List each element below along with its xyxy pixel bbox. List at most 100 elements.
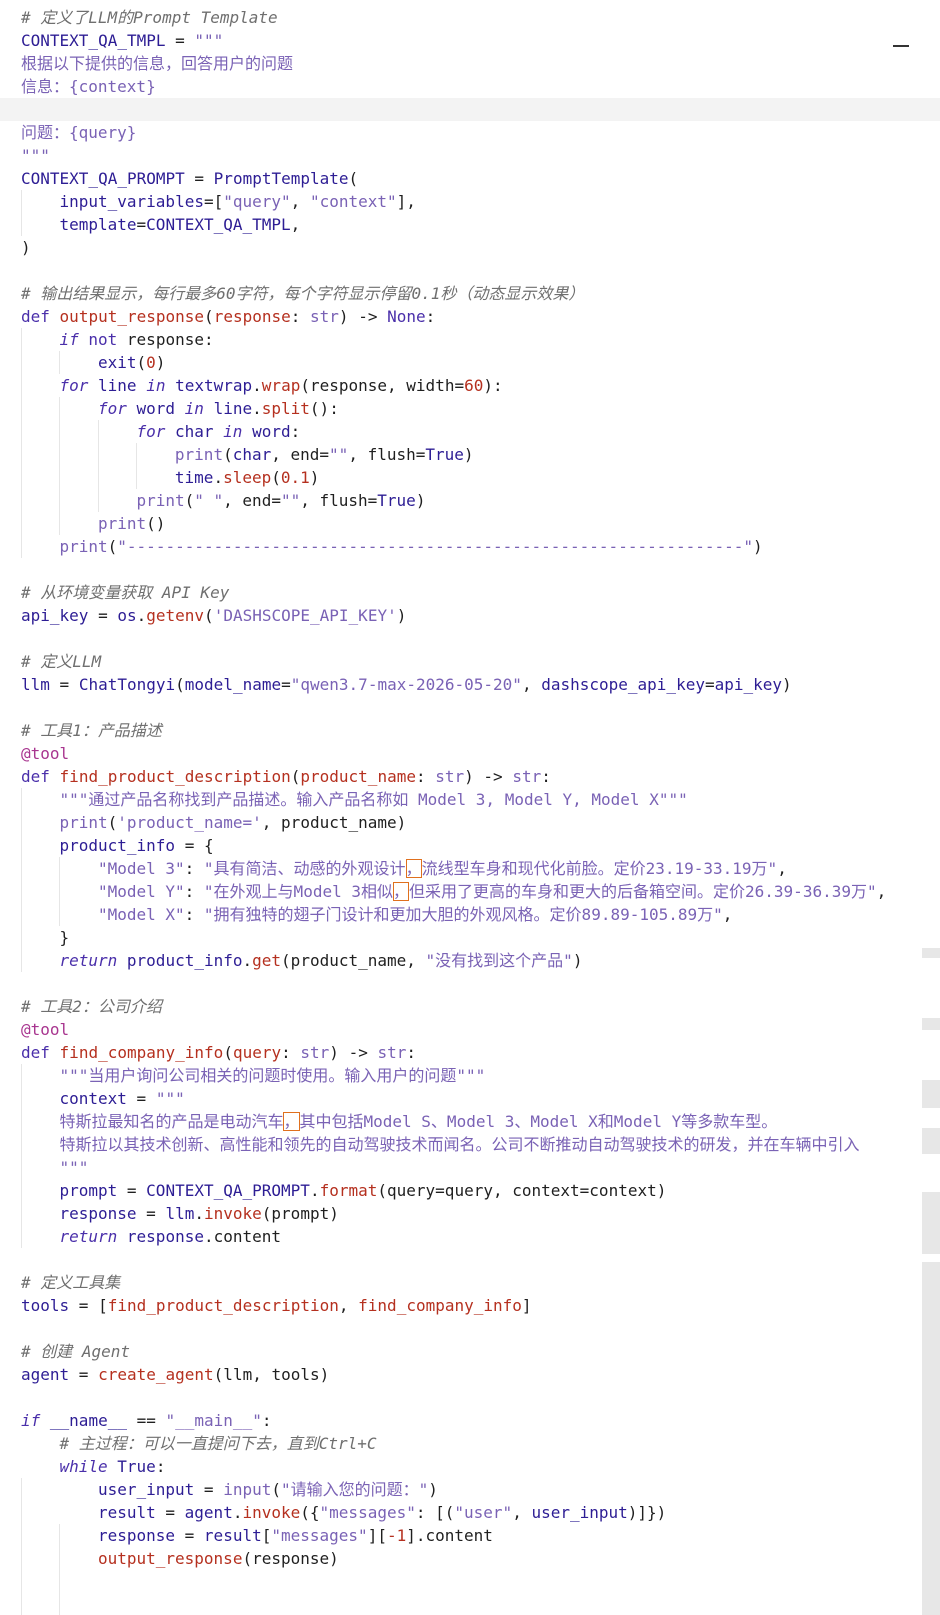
code-line: llm = ChatTongyi(model_name="qwen3.7-max… [0,673,940,696]
code-token: dashscope_api_key [541,675,705,694]
code-token: print [136,491,185,510]
collapse-icon[interactable] [893,45,909,47]
scrollbar-marker[interactable] [922,1192,940,1254]
code-token: ) -> [464,767,513,786]
code-line: """ [0,144,940,167]
code-token: ChatTongyi [78,675,176,694]
code-token: word [136,399,176,418]
scrollbar-marker[interactable] [922,948,940,958]
code-token: line [213,399,253,418]
code-token: invoke [203,1204,262,1223]
code-token: . [252,399,262,418]
code-token: , end= [271,445,330,464]
code-line: @tool [0,1018,940,1041]
code-token: def [21,1043,50,1062]
code-token: ( [223,1043,233,1062]
code-token: in [146,376,166,395]
code-token: : [406,1043,417,1062]
code-line: # 工具1：产品描述 [0,719,940,742]
code-token: True [425,445,464,464]
code-token: # 工具1：产品描述 [21,721,162,740]
code-token: True [117,1457,156,1476]
code-token: prompt [59,1181,118,1200]
code-token: ) [155,353,166,372]
code-token: ) [463,445,474,464]
code-token: for [59,376,89,395]
code-token: get [252,951,282,970]
code-token: """ [21,146,50,165]
code-line: return product_info.get(product_name, "没… [0,949,940,972]
code-line: # 从环境变量获取 API Key [0,581,940,604]
code-token: ( [175,675,185,694]
scrollbar-marker[interactable] [922,1262,940,1615]
code-token: (): [309,399,339,418]
code-token: "context" [309,192,397,211]
code-editor[interactable]: # 定义了LLM的Prompt Template CONTEXT_QA_TMPL … [0,0,940,1615]
code-token: . [194,1204,204,1223]
code-token: "在外观上与Model 3相似 [203,882,393,901]
code-token: = [ [69,1296,108,1315]
code-token: , [512,1503,532,1522]
code-token: ( [271,468,281,487]
code-token: = [175,1526,204,1545]
code-token: split [261,399,310,418]
code-token: ( [348,169,359,188]
code-line: # 定义工具集 [0,1271,940,1294]
code-token: PromptTemplate [213,169,349,188]
code-token: find_product_description [59,767,291,786]
code-line: "Model Y": "在外观上与Model 3相似，但采用了更高的车身和更大的… [0,880,940,903]
code-token: textwrap [175,376,253,395]
code-token: str [310,307,339,326]
scrollbar-marker[interactable] [922,1080,940,1108]
code-token: # 定义了LLM的Prompt Template [21,8,278,27]
code-token: : [281,1043,301,1062]
code-token: [ [261,1526,272,1545]
scrollbar-marker[interactable] [922,1018,940,1030]
code-line: while True: [0,1455,940,1478]
code-token: # 工具2：公司介绍 [21,997,162,1016]
code-token: os [117,606,137,625]
code-token: "query" [223,192,291,211]
code-token: = [184,169,214,188]
code-token: , flush= [348,445,426,464]
code-line: tools = [find_product_description, find_… [0,1294,940,1317]
code-token: 'product_name=' [117,813,262,832]
code-token: api_key [714,675,783,694]
code-token: . [252,376,262,395]
code-line: agent = create_agent(llm, tools) [0,1363,940,1386]
code-token: "Model Y" [97,882,185,901]
code-token: input_variables [59,192,204,211]
code-token: ) [753,537,763,556]
code-line: """通过产品名称找到产品描述。输入产品名称如 Model 3, Model Y… [0,788,940,811]
code-token: CONTEXT_QA_TMPL [146,215,291,234]
code-token: tools [21,1296,70,1315]
code-token: output_response [59,307,205,326]
code-token: 0 [146,353,156,372]
code-token: if [59,330,79,349]
code-line: response = result["messages"][-1].conten… [0,1524,940,1547]
code-token: , [876,882,887,901]
code-token: ( [271,1480,281,1499]
code-token: # 输出结果显示，每行最多60字符，每个字符显示停留0.1秒（动态显示效果） [21,284,585,303]
code-line: template=CONTEXT_QA_TMPL, [0,213,940,236]
code-token: invoke [242,1503,301,1522]
code-token: create_agent [98,1365,214,1384]
code-token: input [223,1480,272,1499]
code-token: = [704,675,715,694]
code-token: "" [280,491,301,510]
code-line: product_info = { [0,834,940,857]
code-token: . [242,951,253,970]
code-token: def [21,767,50,786]
code-token: ( [290,767,301,786]
scrollbar-marker[interactable] [922,1128,940,1154]
code-token: find_product_description [107,1296,339,1315]
